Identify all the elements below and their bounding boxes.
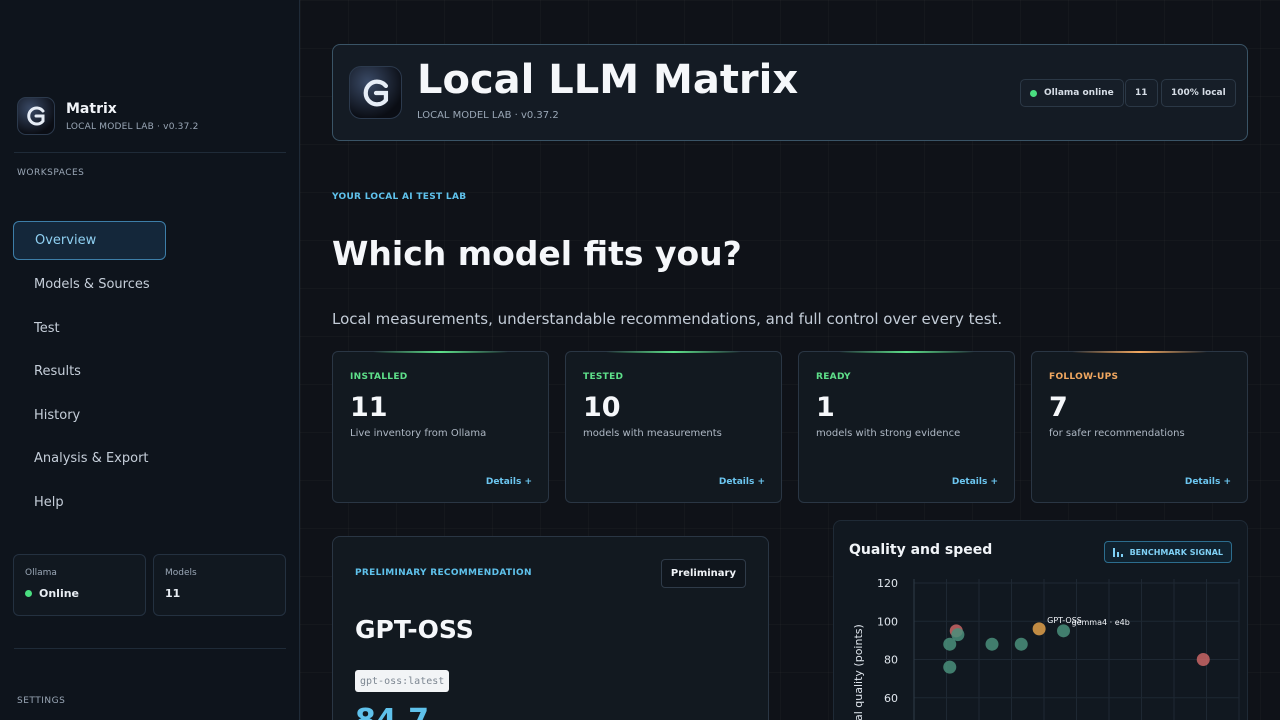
chart-point [1196,653,1210,666]
recommendation-card: PRELIMINARY RECOMMENDATION Preliminary G… [332,536,769,720]
quality-speed-chart-card: 120100806040al quality (points)GPT-OSSge… [833,520,1248,720]
preliminary-badge: Preliminary [660,559,746,588]
chart-y-tick-label: 120 [877,577,898,590]
page-header: Local LLM Matrix LOCAL MODEL LAB · v0.37… [332,44,1248,141]
kpi-value: 1 [816,392,835,423]
app-version: LOCAL MODEL LAB · v0.37.2 [66,121,199,132]
settings-heading[interactable]: SETTINGS [17,696,65,706]
online-dot-icon [25,590,32,597]
kpi-accent [839,351,974,353]
chart-point [985,637,999,651]
kpi-value: 11 [350,392,388,423]
brand: Matrix LOCAL MODEL LAB · v0.37.2 [17,97,199,135]
chart-y-axis-label: al quality (points) [852,624,865,720]
chart-y-tick-label: 60 [884,692,898,705]
kpi-card-tested: TESTED 10 models with measurements Detai… [565,351,782,503]
sidebar-item-analysis-export[interactable]: Analysis & Export [13,439,166,478]
kpi-label: TESTED [583,372,624,382]
sidebar-item-overview[interactable]: Overview [13,221,166,260]
ollama-status-card: Ollama Online [13,554,146,616]
hero-lead: Local measurements, understandable recom… [332,310,1003,328]
models-count-label: Models [165,568,197,578]
app-logo-icon [17,97,55,135]
kpi-details-link[interactable]: Details + [952,477,998,487]
chart-y-tick-label: 80 [884,654,898,667]
hero-heading: Which model fits you? [332,234,742,273]
app-name: Matrix [66,100,117,117]
models-count-value: 11 [165,587,181,600]
chart-title: Quality and speed [849,542,993,558]
kpi-value: 10 [583,392,621,423]
page-title: Local LLM Matrix [417,57,799,103]
kpi-accent [373,351,508,353]
kpi-details-link[interactable]: Details + [1185,477,1231,487]
ollama-online-text: Ollama online [1044,88,1114,98]
page-subtitle: LOCAL MODEL LAB · v0.37.2 [417,110,559,121]
recommendation-eyebrow: PRELIMINARY RECOMMENDATION [355,568,532,578]
recommended-model-name: GPT-OSS [355,615,474,644]
chart-point [1014,637,1028,651]
sidebar-item-results[interactable]: Results [13,352,166,391]
sidebar-item-help[interactable]: Help [13,483,166,522]
chart-y-tick-label: 100 [877,615,898,628]
ollama-status-value: Online [39,587,80,600]
online-dot-icon [1030,89,1037,97]
sidebar-divider [14,152,286,153]
sidebar-divider [14,648,286,649]
workspaces-heading: WORKSPACES [17,168,85,178]
ollama-status-label: Ollama [25,568,57,578]
kpi-card-follow-ups: FOLLOW-UPS 7 for safer recommendations D… [1031,351,1248,503]
chart-point-label: gemma4 · e4b [1072,618,1130,627]
sidebar: Matrix LOCAL MODEL LAB · v0.37.2 WORKSPA… [0,0,300,720]
ollama-online-pill: Ollama online [1020,79,1124,107]
kpi-desc: models with strong evidence [816,428,961,439]
benchmark-signal-text: BENCHMARK SIGNAL [1129,547,1223,557]
kpi-accent [606,351,741,353]
kpi-value: 7 [1049,392,1068,423]
recommendation-score: 84.7 [355,703,429,720]
chart-point [1032,622,1046,636]
bar-chart-icon [1112,548,1123,557]
section-eyebrow: YOUR LOCAL AI TEST LAB [332,192,467,202]
kpi-card-installed: INSTALLED 11 Live inventory from Ollama … [332,351,549,503]
chart-point [943,660,957,674]
sidebar-item-history[interactable]: History [13,396,166,435]
kpi-label: INSTALLED [350,372,408,382]
benchmark-signal-badge[interactable]: BENCHMARK SIGNAL [1103,541,1232,563]
kpi-details-link[interactable]: Details + [486,477,532,487]
kpi-label: FOLLOW-UPS [1049,372,1119,382]
kpi-desc: Live inventory from Ollama [350,428,487,439]
kpi-details-link[interactable]: Details + [719,477,765,487]
kpi-card-ready: READY 1 models with strong evidence Deta… [798,351,1015,503]
chart-point [1057,624,1070,638]
chart-point [951,628,965,642]
header-logo-icon [349,66,402,119]
kpi-accent [1072,351,1207,353]
kpi-desc: for safer recommendations [1049,428,1185,439]
local-pill: 100% local [1161,79,1236,107]
kpi-label: READY [816,372,851,382]
kpi-desc: models with measurements [583,428,722,439]
sidebar-item-models-sources[interactable]: Models & Sources [13,265,166,304]
models-count-pill: 11 [1125,79,1158,107]
sidebar-item-test[interactable]: Test [13,309,166,348]
models-count-card: Models 11 [153,554,286,616]
model-tag: gpt-oss:latest [355,670,450,692]
